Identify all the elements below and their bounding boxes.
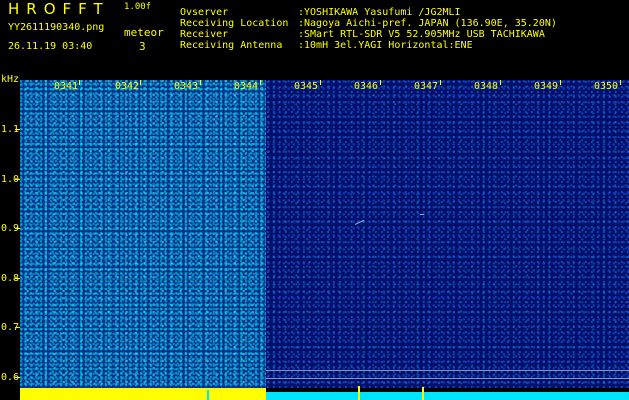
power-bar-high bbox=[20, 388, 266, 400]
x-tick-label: 0343 bbox=[174, 81, 199, 92]
x-tick-mark bbox=[79, 80, 80, 85]
info-label: Receiving Location bbox=[180, 18, 289, 29]
info-row: Ovserver :YOSHIKAWA Yasufumi /JG2MLI bbox=[180, 7, 557, 18]
app-logo: HROFFT bbox=[8, 0, 110, 18]
x-tick-label: 0349 bbox=[534, 81, 559, 92]
reference-line bbox=[266, 370, 629, 371]
station-info: Ovserver :YOSHIKAWA Yasufumi /JG2MLI Rece… bbox=[180, 7, 557, 51]
spectrogram-low-noise bbox=[266, 80, 629, 388]
spectrogram-high-noise bbox=[20, 80, 266, 388]
info-label: Receiving Antenna bbox=[180, 40, 283, 51]
info-row: Receiving Antenna :10mH 3el.YAGI Horizont… bbox=[180, 40, 557, 51]
meteor-count: 3 bbox=[139, 40, 146, 53]
power-spike bbox=[207, 390, 209, 400]
power-bar-low bbox=[266, 392, 629, 400]
x-tick-mark bbox=[560, 80, 561, 85]
header-panel: HROFFT 1.00f YY2611190340.png meteor 26.… bbox=[0, 0, 629, 72]
y-tick-mark bbox=[15, 179, 20, 180]
x-tick-mark bbox=[440, 80, 441, 85]
y-tick-mark bbox=[15, 327, 20, 328]
info-row: Receiver :SMart RTL-SDR V5 52.905MHz USB … bbox=[180, 29, 557, 40]
x-tick-mark bbox=[620, 80, 621, 85]
x-tick-label: 0350 bbox=[594, 81, 619, 92]
x-tick-label: 0345 bbox=[294, 81, 319, 92]
x-tick-mark bbox=[140, 80, 141, 85]
x-tick-label: 0346 bbox=[354, 81, 379, 92]
x-tick-label: 0344 bbox=[234, 81, 259, 92]
info-label: Ovserver bbox=[180, 7, 229, 18]
info-value: :YOSHIKAWA Yasufumi /JG2MLI bbox=[298, 7, 461, 18]
version-label: 1.00f bbox=[124, 2, 152, 12]
x-tick-mark bbox=[380, 80, 381, 85]
info-label: Receiver bbox=[180, 29, 229, 40]
x-tick-mark bbox=[200, 80, 201, 85]
x-tick-label: 0348 bbox=[474, 81, 499, 92]
power-spike bbox=[422, 387, 424, 400]
y-tick-mark bbox=[15, 129, 20, 130]
y-tick-mark bbox=[15, 228, 20, 229]
reference-line bbox=[266, 378, 629, 379]
x-tick-label: 0342 bbox=[115, 81, 140, 92]
x-tick-mark bbox=[320, 80, 321, 85]
y-tick-mark bbox=[15, 278, 20, 279]
date-time: 26.11.19 03:40 bbox=[8, 41, 93, 52]
x-tick-label: 0347 bbox=[414, 81, 439, 92]
meteor-label: meteor bbox=[124, 26, 164, 39]
info-value: :SMart RTL-SDR V5 52.905MHz USB TACHIKAW… bbox=[298, 29, 545, 40]
power-spike bbox=[358, 386, 360, 400]
y-tick-mark bbox=[15, 377, 20, 378]
x-tick-label: 0341 bbox=[54, 81, 79, 92]
file-name: YY2611190340.png bbox=[8, 22, 105, 33]
info-value: :10mH 3el.YAGI Horizontal:ENE bbox=[298, 40, 473, 51]
info-row: Receiving Location :Nagoya Aichi-pref. JA… bbox=[180, 18, 557, 29]
meteor-echo bbox=[420, 214, 424, 215]
info-value: :Nagoya Aichi-pref. JAPAN (136.90E, 35.2… bbox=[298, 18, 557, 29]
x-tick-mark bbox=[500, 80, 501, 85]
y-axis-unit: kHz bbox=[1, 74, 20, 85]
x-tick-mark bbox=[260, 80, 261, 85]
